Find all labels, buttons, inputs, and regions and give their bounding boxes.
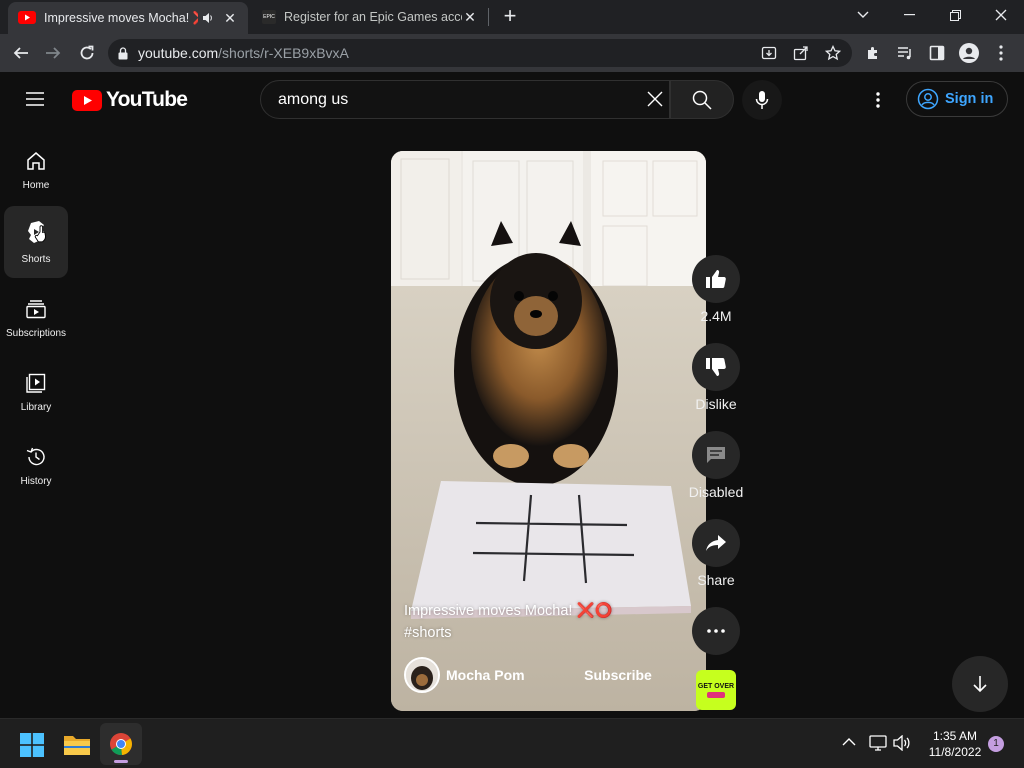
guide-item-shorts[interactable]: Shorts	[4, 206, 68, 278]
tab-search-icon[interactable]	[840, 0, 886, 30]
youtube-favicon-icon	[18, 11, 36, 25]
guide-label: Home	[22, 179, 50, 191]
chrome-taskbar-button[interactable]	[100, 723, 142, 765]
guide-label: History	[20, 475, 52, 487]
show-hidden-icons-icon[interactable]	[842, 737, 856, 747]
restore-icon[interactable]	[932, 0, 978, 30]
close-tab-icon[interactable]: ✕	[462, 9, 478, 26]
channel-row: Mocha Pom Subscribe	[404, 657, 674, 693]
minimize-icon[interactable]	[886, 0, 932, 30]
guide-item-history[interactable]: History	[4, 430, 68, 502]
next-short-button[interactable]	[952, 656, 1008, 712]
forward-icon[interactable]	[40, 40, 66, 66]
hashtag-link[interactable]: #shorts	[404, 622, 674, 644]
youtube-logo[interactable]: YouTube	[72, 88, 188, 112]
guide-label: Library	[20, 401, 52, 413]
back-icon[interactable]	[8, 40, 34, 66]
dislike-button[interactable]	[692, 343, 740, 391]
guide-item-home[interactable]: Home	[4, 134, 68, 206]
install-app-icon[interactable]	[756, 40, 782, 66]
new-tab-button[interactable]: +	[498, 4, 522, 30]
guide-label: Shorts	[21, 253, 51, 265]
sound-thumbnail-art	[707, 692, 725, 698]
dislike-label: Dislike	[695, 396, 737, 412]
search-input[interactable]: among us	[260, 80, 670, 119]
settings-menu-icon[interactable]	[866, 88, 890, 112]
more-horizontal-icon	[707, 629, 725, 633]
video-caption: Impressive moves Mocha! ❌⭕ #shorts	[404, 600, 674, 644]
side-panel-icon[interactable]	[924, 40, 950, 66]
like-count: 2.4M	[700, 308, 732, 324]
channel-avatar[interactable]	[404, 657, 440, 693]
sound-thumbnail[interactable]: GET OVER	[696, 670, 736, 710]
close-window-icon[interactable]	[978, 0, 1024, 30]
search-button[interactable]	[670, 80, 734, 119]
url-path: /shorts/r-XEB9xBvxA	[218, 45, 349, 61]
comment-icon	[707, 447, 725, 463]
taskbar-clock-time[interactable]: 1:35 AM	[920, 729, 990, 743]
like-button[interactable]	[692, 255, 740, 303]
tab-title: Register for an Epic Games account	[284, 10, 462, 24]
guide-label: Subscriptions	[5, 327, 67, 339]
audio-playing-icon[interactable]	[202, 12, 214, 24]
file-explorer-icon[interactable]	[64, 733, 90, 755]
url-host: youtube.com	[138, 45, 219, 61]
tab-divider	[488, 8, 489, 26]
reload-icon[interactable]	[74, 40, 100, 66]
chrome-icon	[110, 733, 132, 756]
epic-games-favicon-icon: EPIC	[262, 10, 276, 24]
arrow-down-icon	[973, 676, 987, 693]
sign-in-button[interactable]: Sign in	[906, 81, 1008, 117]
library-icon	[26, 373, 46, 393]
home-icon	[27, 151, 45, 170]
search-icon	[692, 90, 712, 110]
subscriptions-icon	[26, 299, 46, 318]
thumbs-up-icon	[706, 270, 726, 288]
guide-item-subscriptions[interactable]: Subscriptions	[4, 282, 68, 354]
account-circle-icon	[917, 88, 939, 110]
share-button[interactable]	[692, 519, 740, 567]
clear-search-icon[interactable]	[642, 88, 668, 110]
sound-thumbnail-text: GET OVER	[697, 683, 735, 690]
shorts-icon	[28, 220, 46, 243]
tab-title: Impressive moves Mocha! ❌⭕	[44, 10, 198, 25]
comments-label: Disabled	[688, 484, 744, 500]
microphone-icon	[755, 91, 769, 109]
search-input-value: among us	[278, 90, 349, 108]
windows-start-icon[interactable]	[20, 733, 44, 757]
share-arrow-icon	[706, 535, 726, 551]
share-page-icon[interactable]	[788, 40, 814, 66]
media-controls-icon[interactable]	[892, 40, 918, 66]
close-tab-icon[interactable]: ✕	[222, 10, 238, 27]
notification-badge[interactable]: 1	[988, 736, 1004, 752]
lock-icon[interactable]	[118, 46, 128, 60]
network-icon[interactable]	[869, 735, 887, 751]
profile-avatar-icon[interactable]	[956, 40, 982, 66]
youtube-play-logo-icon	[72, 89, 102, 111]
comments-button[interactable]	[692, 431, 740, 479]
active-app-indicator	[114, 760, 128, 763]
more-actions-button[interactable]	[692, 607, 740, 655]
channel-name[interactable]: Mocha Pom	[446, 667, 525, 683]
taskbar-clock-date[interactable]: 11/8/2022	[920, 745, 990, 759]
hamburger-menu-icon[interactable]	[24, 90, 46, 108]
history-icon	[26, 447, 45, 465]
video-title: Impressive moves Mocha! ❌⭕	[404, 603, 613, 619]
share-label: Share	[697, 572, 735, 588]
guide-item-library[interactable]: Library	[4, 356, 68, 428]
tab-epic-games[interactable]: EPIC Register for an Epic Games account …	[252, 0, 488, 34]
voice-search-button[interactable]	[742, 80, 782, 120]
youtube-wordmark: YouTube	[106, 88, 188, 111]
extensions-icon[interactable]	[860, 40, 886, 66]
browser-menu-icon[interactable]	[988, 40, 1014, 66]
volume-icon[interactable]	[893, 735, 911, 751]
tab-youtube-short[interactable]: Impressive moves Mocha! ❌⭕ ✕	[8, 2, 248, 34]
bookmark-star-icon[interactable]	[820, 40, 846, 66]
address-bar[interactable]: youtube.com/shorts/r-XEB9xBvxA	[108, 39, 852, 67]
thumbs-down-icon	[706, 358, 726, 376]
subscribe-button[interactable]: Subscribe	[578, 657, 658, 693]
sign-in-label: Sign in	[945, 91, 994, 107]
